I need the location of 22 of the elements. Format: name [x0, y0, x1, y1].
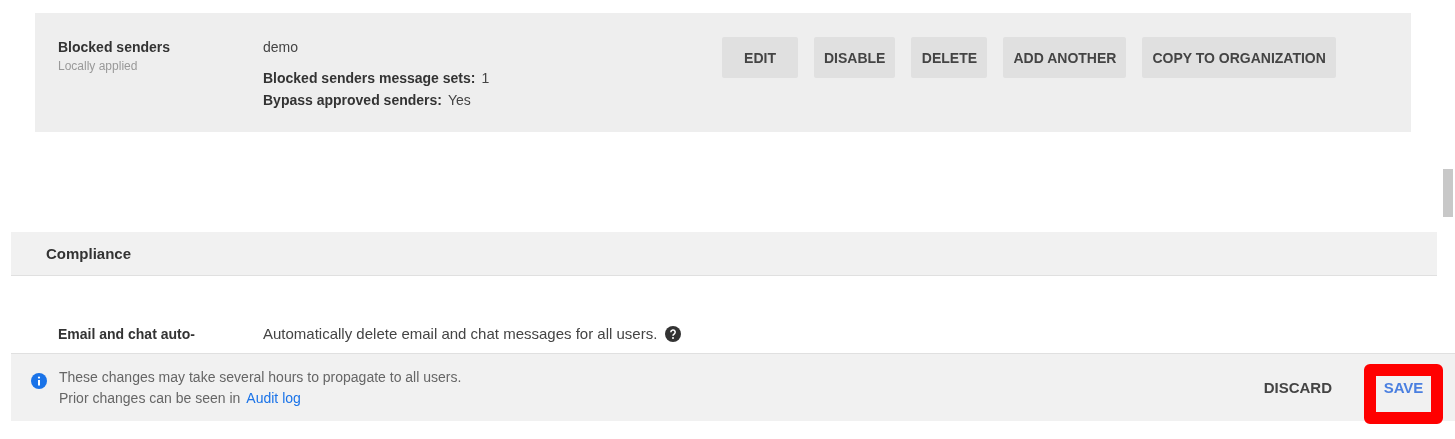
- rule-title: Blocked senders: [58, 39, 172, 55]
- setting-description: Automatically delete email and chat messages for all users.: [263, 325, 658, 342]
- detail-label: Blocked senders message sets:: [263, 70, 476, 86]
- detail-value: Yes: [447, 92, 471, 108]
- audit-log-link[interactable]: Audit log: [246, 387, 301, 409]
- audit-text: Prior changes can be seen in: [59, 388, 241, 408]
- rule-name: demo: [263, 39, 300, 55]
- detail-value: 1: [481, 70, 490, 86]
- detail-label: Bypass approved senders:: [263, 92, 442, 108]
- rule-status: Locally applied: [58, 59, 139, 73]
- setting-label: Email and chat auto-: [58, 325, 196, 342]
- info-message: These changes may take several hours to propagate to all users.: [59, 367, 463, 387]
- discard-button[interactable]: DISCARD: [1257, 378, 1338, 397]
- scrollbar-thumb[interactable]: [1443, 169, 1453, 217]
- action-button[interactable]: EDIT: [722, 37, 798, 78]
- action-button[interactable]: ADD ANOTHER: [1003, 37, 1127, 78]
- action-button[interactable]: COPY TO ORGANIZATION: [1142, 37, 1336, 78]
- info-icon: [31, 373, 47, 389]
- help-icon[interactable]: [665, 325, 682, 342]
- action-button[interactable]: DELETE: [911, 37, 988, 78]
- action-button[interactable]: DISABLE: [814, 37, 896, 78]
- section-title: Compliance: [46, 245, 132, 262]
